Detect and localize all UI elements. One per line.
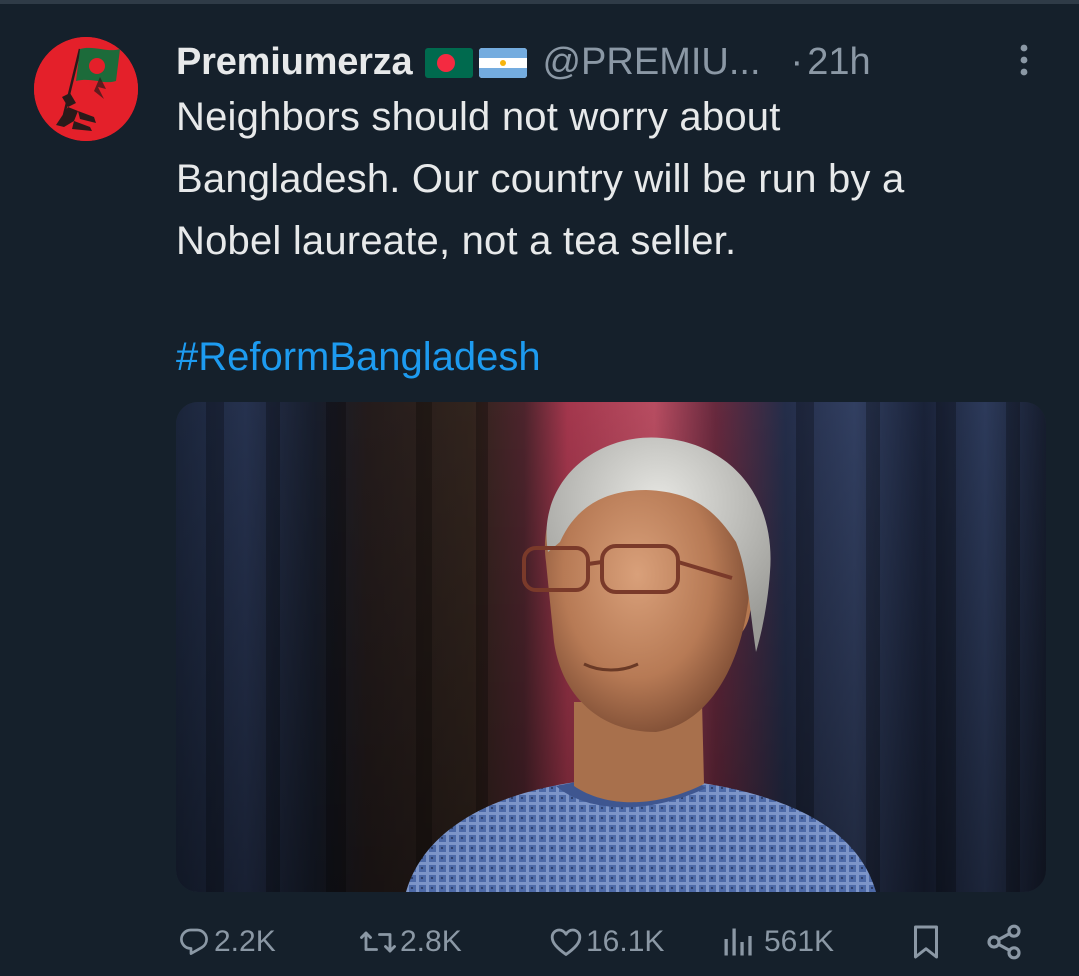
tweet-text: Neighbors should not worry about Banglad… [176, 86, 1046, 272]
retweet-button[interactable]: 2.8K [358, 917, 462, 967]
reply-icon [180, 928, 208, 955]
like-button[interactable]: 16.1K [548, 917, 664, 967]
tweet[interactable]: Premiumerza @PREMIU... · 21h Neighbors s… [0, 4, 1079, 976]
tweet-header: Premiumerza @PREMIU... · 21h [176, 34, 1056, 90]
display-name[interactable]: Premiumerza [176, 41, 413, 84]
retweet-icon [360, 931, 396, 953]
view-count: 561K [764, 925, 835, 958]
reply-count: 2.2K [214, 925, 276, 958]
views-icon [724, 928, 752, 956]
bookmark-icon [914, 925, 938, 959]
avatar[interactable] [34, 37, 138, 141]
argentina-flag-icon [479, 48, 528, 78]
tweet-text-line: Bangladesh. Our country will be run by a [176, 157, 905, 201]
bangladesh-flag-icon [425, 48, 474, 78]
like-count: 16.1K [586, 925, 665, 958]
tweet-photo[interactable] [176, 402, 1046, 892]
views-button[interactable]: 561K [720, 917, 834, 967]
separator-dot: · [790, 40, 804, 83]
hashtag-link[interactable]: #ReformBangladesh [176, 326, 541, 388]
timestamp[interactable]: 21h [807, 41, 870, 84]
share-icon [987, 924, 1021, 960]
user-handle[interactable]: @PREMIU... [542, 41, 760, 84]
more-vertical-icon[interactable] [1010, 40, 1038, 80]
heart-icon [550, 928, 582, 956]
tweet-text-line: Neighbors should not worry about [176, 95, 781, 139]
retweet-count: 2.8K [400, 925, 462, 958]
action-bar: 2.2K 2.8K 16.1K 561K [176, 917, 1046, 967]
bookmark-button[interactable] [908, 917, 944, 967]
avatar-image [34, 37, 138, 141]
reply-button[interactable]: 2.2K [176, 917, 276, 967]
tweet-text-line: Nobel laureate, not a tea seller. [176, 219, 737, 263]
share-button[interactable] [984, 917, 1024, 967]
portrait-photo [176, 402, 1046, 892]
